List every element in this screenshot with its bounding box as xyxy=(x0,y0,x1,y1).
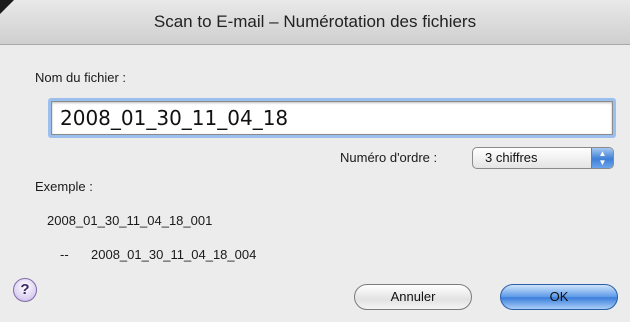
ok-button[interactable]: OK xyxy=(500,284,618,310)
updown-arrows-icon: ▲ ▼ xyxy=(591,148,613,168)
cancel-button[interactable]: Annuler xyxy=(354,284,472,310)
title-bar: Scan to E-mail – Numérotation des fichie… xyxy=(0,0,630,45)
example-separator: -- xyxy=(60,247,69,262)
filename-label: Nom du fichier : xyxy=(35,70,127,85)
example-label: Exemple : xyxy=(35,179,93,194)
example-last: 2008_01_30_11_04_18_004 xyxy=(91,247,257,262)
order-select-value: 3 chiffres xyxy=(485,150,538,165)
order-select[interactable]: 3 chiffres ▲ ▼ xyxy=(472,147,614,169)
window-title: Scan to E-mail – Numérotation des fichie… xyxy=(153,12,477,31)
order-label: Numéro d'ordre : xyxy=(340,150,438,165)
example-first: 2008_01_30_11_04_18_001 xyxy=(47,213,213,228)
help-button[interactable]: ? xyxy=(13,278,37,302)
filename-input[interactable] xyxy=(51,101,613,135)
dialog-window: Scan to E-mail – Numérotation des fichie… xyxy=(0,0,630,322)
